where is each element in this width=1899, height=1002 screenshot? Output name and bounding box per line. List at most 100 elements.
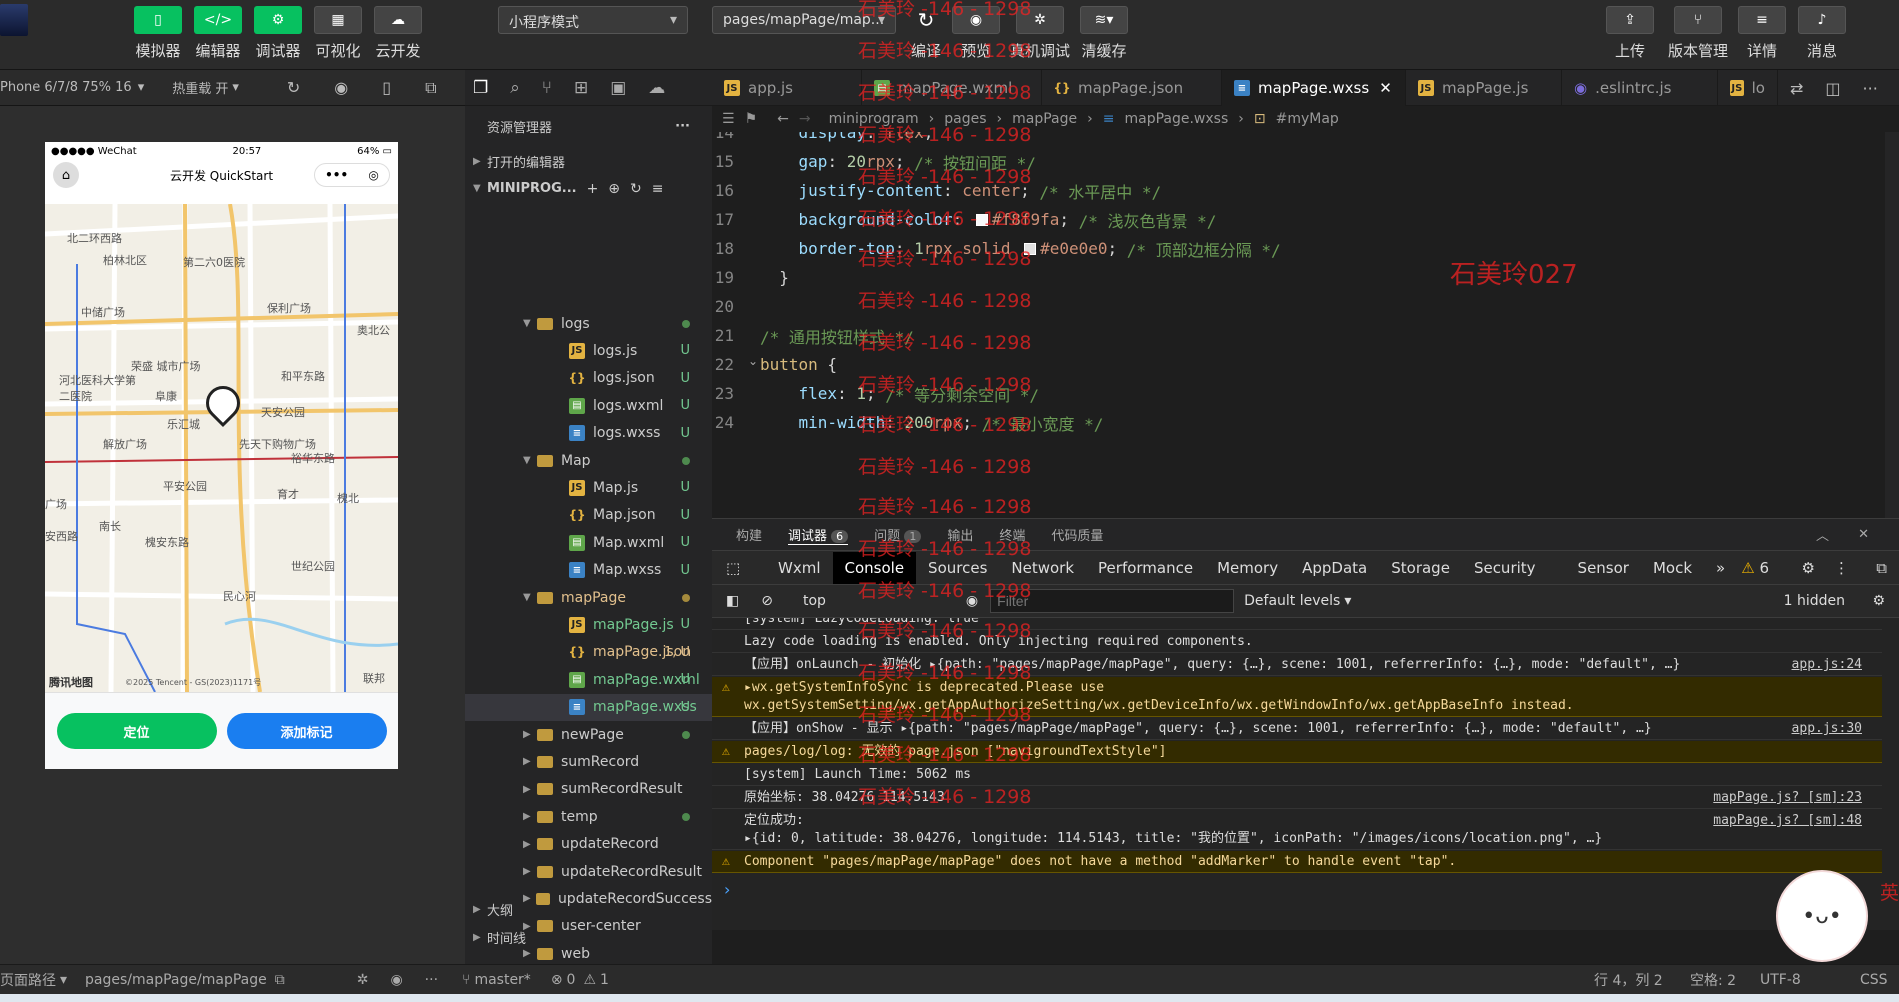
popout-icon[interactable]: ⧉ (425, 78, 436, 98)
clear-cache-button[interactable]: ≋▾ 清缓存 (1076, 6, 1132, 61)
tree-item[interactable]: ▼ mapPage (465, 584, 712, 611)
copy-icon[interactable]: ⧉ (275, 972, 285, 988)
breadcrumb-item[interactable]: mapPage.wxss (1124, 111, 1228, 127)
preview-button[interactable]: ◉ 预览 (948, 6, 1004, 61)
eye-icon[interactable]: ◉ (390, 972, 402, 988)
console-message[interactable]: 原始坐标: 38.04276 114.5143 mapPage.js? [sm]:… (712, 787, 1882, 809)
breadcrumb-item[interactable]: mapPage (1012, 111, 1077, 127)
breadcrumb-item[interactable]: #myMap (1276, 111, 1339, 127)
tree-item[interactable]: ≡ Map.wxss U (465, 557, 712, 584)
stop-icon[interactable]: ◉ (334, 78, 348, 97)
panel-tab-debugger[interactable]: 调试器 6 (788, 525, 849, 545)
more-icon[interactable]: ··· (675, 119, 690, 134)
home-icon[interactable]: ⌂ (53, 162, 79, 188)
levels-select[interactable]: Default levels (1244, 593, 1340, 609)
tree-item[interactable]: {} logs.json U (465, 365, 712, 392)
color-swatch[interactable] (1024, 242, 1037, 255)
more-icon[interactable]: ··· (1863, 79, 1878, 98)
console-prompt[interactable]: › (724, 880, 730, 899)
devtools-tab[interactable]: Performance (1086, 559, 1205, 577)
dock-icon[interactable]: ⧉ (1876, 559, 1887, 577)
devtools-tab-console[interactable]: Console (832, 551, 917, 584)
simulator-button[interactable]: ▯ 模拟器 (130, 6, 186, 61)
tree-item[interactable]: ▤ logs.wxml U (465, 392, 712, 419)
console-message[interactable]: [system] LazyCodeLoading: true (712, 618, 1882, 630)
cursor-position[interactable]: 行 4，列 2 (1594, 970, 1663, 990)
tree-item[interactable]: ▶ sumRecordResult (465, 776, 712, 803)
close-icon[interactable]: ✕ (1379, 79, 1392, 97)
project-actions[interactable]: +⊕↻≡ (587, 181, 674, 197)
cloud-icon[interactable]: ☁ (648, 78, 665, 98)
details-button[interactable]: ≡ 详情 (1734, 6, 1790, 61)
map-view[interactable]: 北二环西路 第二六0医院 柏林北区 中储广场 保利广场 奥北公 河北医科大学第二… (45, 204, 398, 692)
panel-tab-quality[interactable]: 代码质量 (1051, 525, 1103, 544)
tree-item[interactable]: {} mapPage.json 1, U (465, 639, 712, 666)
devtools-tab[interactable]: AppData (1290, 559, 1379, 577)
mode-select[interactable]: 小程序模式 (498, 6, 688, 34)
console-message[interactable]: 【应用】onLaunch - 初始化 ▸{path: "pages/mapPag… (712, 654, 1882, 676)
devtools-tab[interactable]: Mock (1641, 559, 1704, 577)
tree-item[interactable]: JS Map.js U (465, 474, 712, 501)
console-warning[interactable]: ⚠ ▸wx.getSystemInfoSync is deprecated.Ple… (712, 677, 1882, 717)
editor-button[interactable]: </> 编辑器 (190, 6, 246, 61)
error-count[interactable]: 0 (567, 972, 576, 988)
real-debug-button[interactable]: ✲ 真机调试 (1010, 6, 1070, 61)
split-editor-icon[interactable]: ◫ (1825, 79, 1840, 98)
refresh-icon[interactable]: ↻ (287, 78, 300, 97)
settings-icon[interactable]: ⚙ (1872, 593, 1885, 609)
messages-button[interactable]: ♪ 消息 (1794, 6, 1850, 61)
add-marker-button[interactable]: 添加标记 (226, 713, 387, 749)
version-button[interactable]: ⑂ 版本管理 (1668, 6, 1728, 61)
source-link[interactable]: mapPage.js? [sm]:48 (1713, 812, 1862, 830)
tree-item[interactable]: ▼ logs (465, 310, 712, 337)
panel-tab-terminal[interactable]: 终端 (999, 525, 1025, 544)
git-branch[interactable]: master* (474, 972, 530, 988)
extensions-icon[interactable]: ⊞ (574, 78, 588, 98)
code-editor[interactable]: 14 display: flex; 15 gap: 20 rpx; /* 按钮间距… (712, 132, 1899, 518)
device-select[interactable]: Phone 6/7/8 75% 16 (0, 80, 132, 95)
search-icon[interactable]: ⌕ (510, 78, 520, 98)
language-mode[interactable]: CSS (1860, 972, 1888, 988)
source-link[interactable]: app.js:30 (1792, 720, 1862, 738)
devtools-tab[interactable]: Sensor (1548, 559, 1641, 577)
source-link[interactable]: app.js:24 (1792, 656, 1862, 674)
tree-item[interactable]: ▶ updateRecord (465, 831, 712, 858)
debugger-button[interactable]: ⚙ 调试器 (250, 6, 306, 61)
warning-count[interactable]: 1 (600, 972, 609, 988)
debug-icon[interactable]: ▣ (610, 78, 626, 98)
back-icon[interactable]: ← (777, 111, 789, 127)
devtools-tab[interactable]: Wxml (766, 559, 833, 577)
tree-item[interactable]: JS mapPage.js U (465, 611, 712, 638)
fold-chevron-icon[interactable]: ⌄ (748, 354, 758, 368)
console-message[interactable]: Lazy code loading is enabled. Only injec… (712, 631, 1882, 653)
clear-console-icon[interactable]: ⊘ (761, 593, 773, 609)
more-tabs-icon[interactable]: » (1704, 559, 1737, 577)
devtools-tab[interactable]: Storage (1379, 559, 1462, 577)
tab-eslintrc[interactable]: ◉ .eslintrc.js (1562, 70, 1718, 106)
console-message[interactable]: 【应用】onShow - 显示 ▸{path: "pages/mapPage/m… (712, 718, 1882, 740)
panel-tab-issues[interactable]: 问题 1 (874, 525, 922, 544)
tab-mappage-wxss[interactable]: ≡ mapPage.wxss ✕ (1222, 70, 1406, 106)
tree-item[interactable]: JS logs.js U (465, 337, 712, 364)
files-icon[interactable]: ❐ (473, 78, 488, 98)
console-warning[interactable]: ⚠ Component "pages/mapPage/mapPage" does … (712, 851, 1882, 873)
compile-button[interactable]: ↻ 编译 (898, 6, 954, 61)
encoding[interactable]: UTF-8 (1760, 972, 1801, 988)
open-editors-section[interactable]: ▶ 打开的编辑器 (465, 148, 712, 175)
devtools-tab[interactable]: Network (999, 559, 1086, 577)
minimap[interactable] (1885, 132, 1899, 518)
tab-lo[interactable]: JS lo (1718, 70, 1778, 106)
bookmark-icon[interactable]: ⚑ (745, 111, 758, 127)
close-icon[interactable]: ✕ (1858, 527, 1869, 542)
sidebar-icon[interactable]: ◧ (726, 593, 739, 609)
git-icon[interactable]: ⑂ (542, 78, 552, 98)
warning-count[interactable]: ⚠ 6 (1741, 559, 1769, 577)
route-label[interactable]: 页面路径 (0, 970, 56, 990)
timeline-section[interactable]: ▶ 时间线 (465, 924, 712, 951)
console-warning[interactable]: ⚠ pages/log/log: 无效的 page.json ["navigrou… (712, 741, 1882, 763)
eye-icon[interactable]: ◉ (966, 593, 978, 609)
indentation[interactable]: 空格: 2 (1690, 970, 1736, 990)
tree-item[interactable]: ≡ mapPage.wxss U (465, 693, 712, 721)
panel-tab-output[interactable]: 输出 (947, 525, 973, 544)
bug-icon[interactable]: ✲ (357, 972, 369, 988)
